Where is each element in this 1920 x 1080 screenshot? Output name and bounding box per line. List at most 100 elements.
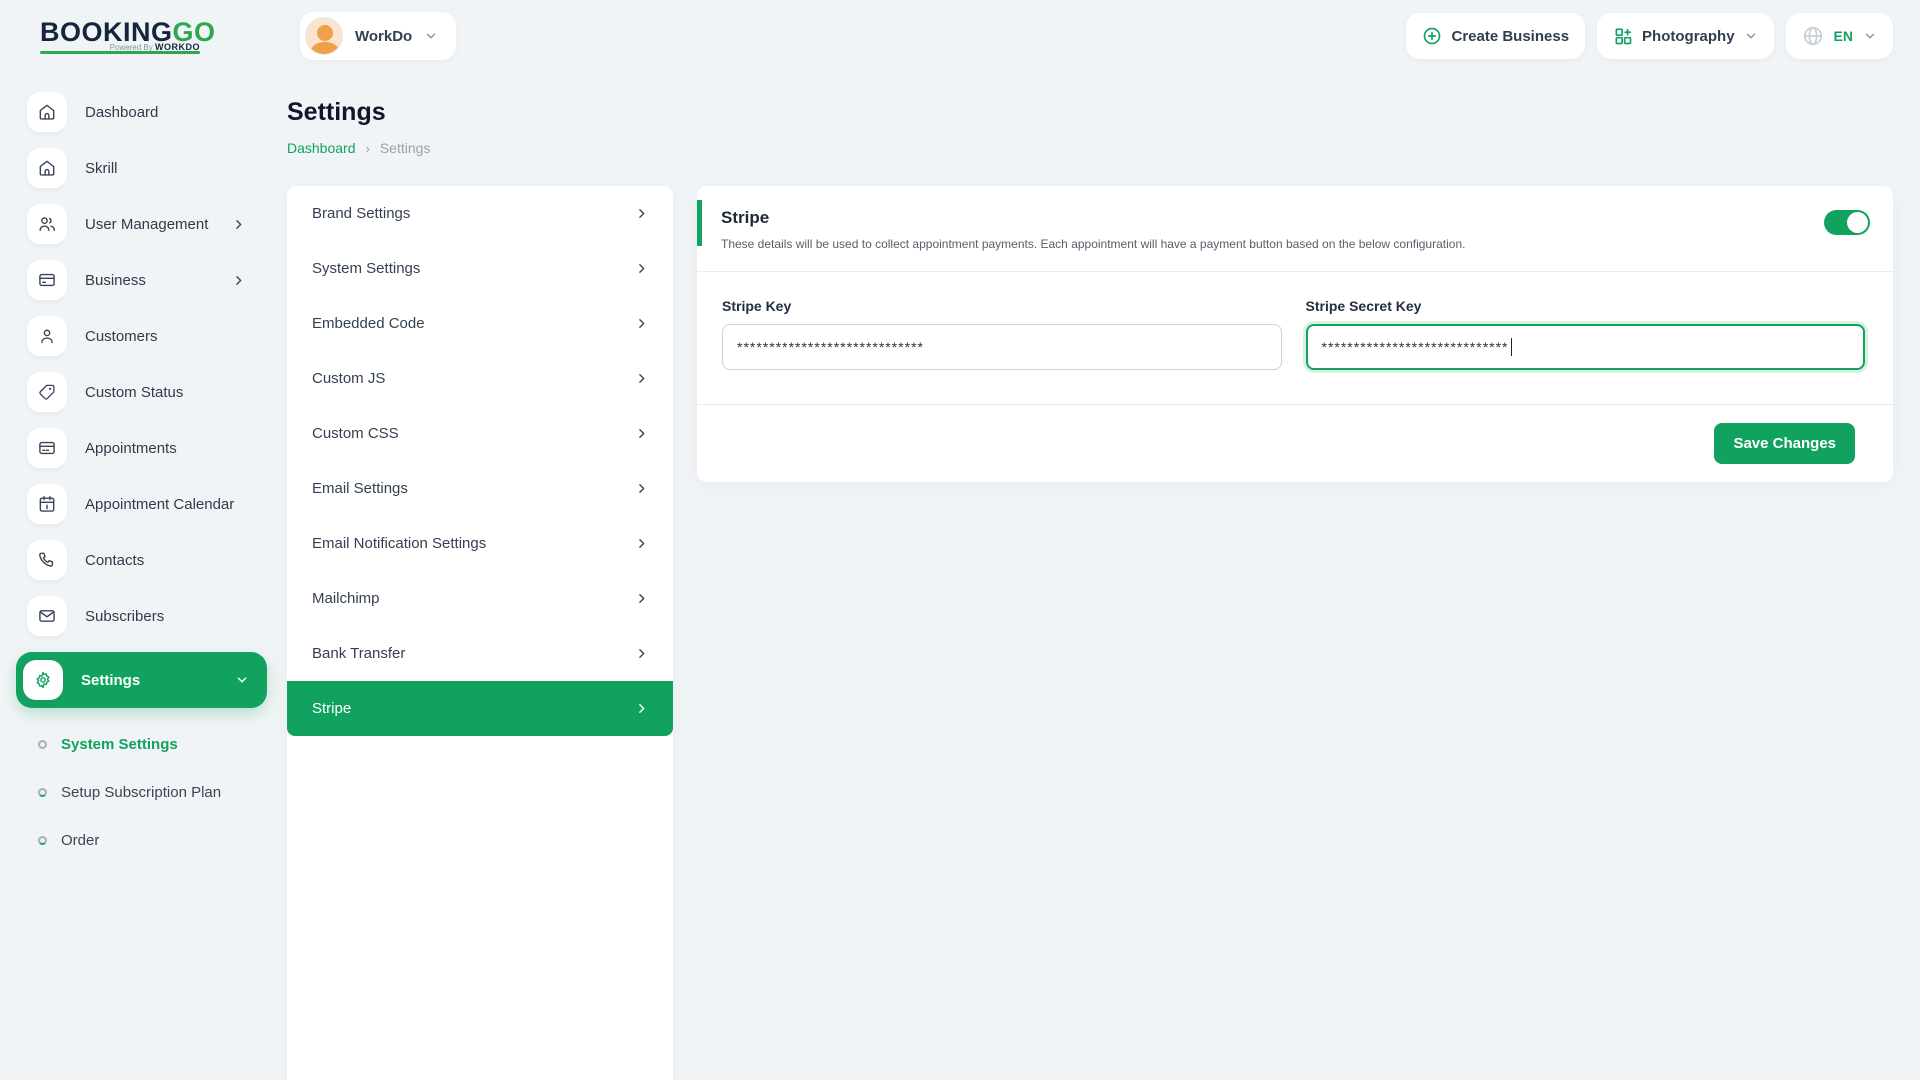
settings-menu-custom-css[interactable]: Custom CSS xyxy=(287,406,673,461)
chevron-right-icon xyxy=(635,427,648,440)
credit-card-icon xyxy=(27,260,67,300)
business-selector-label: Photography xyxy=(1642,28,1735,45)
sidebar-item-user-management[interactable]: User Management xyxy=(16,204,271,244)
menu-item-label: Brand Settings xyxy=(312,205,410,222)
chevron-right-icon xyxy=(232,218,245,231)
menu-item-label: Custom JS xyxy=(312,370,385,387)
chevron-down-icon xyxy=(235,673,249,687)
stripe-panel: Stripe These details will be used to col… xyxy=(697,186,1893,482)
create-business-label: Create Business xyxy=(1451,28,1569,45)
settings-menu-email-notification-settings[interactable]: Email Notification Settings xyxy=(287,516,673,571)
home-icon xyxy=(27,148,67,188)
workspace-avatar xyxy=(305,17,343,55)
stripe-toggle[interactable] xyxy=(1824,210,1870,235)
chevron-right-icon xyxy=(635,592,648,605)
stripe-panel-title: Stripe xyxy=(721,208,1869,228)
settings-menu-custom-js[interactable]: Custom JS xyxy=(287,351,673,406)
stripe-key-input[interactable]: ***************************** xyxy=(722,324,1282,370)
grid-plus-icon xyxy=(1613,26,1633,46)
settings-menu-email-settings[interactable]: Email Settings xyxy=(287,461,673,516)
sidebar-item-label: Settings xyxy=(81,672,140,689)
sidebar-nav: Dashboard Skrill User Management Busines… xyxy=(0,72,287,1080)
chevron-right-icon xyxy=(635,482,648,495)
top-header: BOOKINGGO Powered By WORKDO WorkDo Creat… xyxy=(0,0,1920,72)
stripe-key-label: Stripe Key xyxy=(722,298,1282,314)
settings-menu-mailchimp[interactable]: Mailchimp xyxy=(287,571,673,626)
sidebar-item-label: Skrill xyxy=(85,160,118,177)
breadcrumb: Dashboard › Settings xyxy=(287,140,1920,156)
menu-item-label: Bank Transfer xyxy=(312,645,405,662)
sidebar-item-subscribers[interactable]: Subscribers xyxy=(16,596,271,636)
stripe-secret-key-input[interactable]: ***************************** xyxy=(1306,324,1866,370)
menu-item-label: Mailchimp xyxy=(312,590,380,607)
sidebar-item-label: Appointment Calendar xyxy=(85,496,234,513)
settings-menu-bank-transfer[interactable]: Bank Transfer xyxy=(287,626,673,681)
accent-bar xyxy=(697,200,702,246)
sidebar-item-label: Subscribers xyxy=(85,608,164,625)
create-business-button[interactable]: Create Business xyxy=(1406,13,1585,59)
plus-circle-icon xyxy=(1422,26,1442,46)
language-code: EN xyxy=(1834,28,1853,44)
settings-menu-brand-settings[interactable]: Brand Settings xyxy=(287,186,673,241)
stripe-secret-key-value: ***************************** xyxy=(1322,339,1509,355)
sidebar-subitem-order[interactable]: Order xyxy=(16,816,271,864)
main-content: Settings Dashboard › Settings Brand Sett… xyxy=(287,72,1920,1080)
sidebar-item-label: Contacts xyxy=(85,552,144,569)
sidebar-item-appointment-calendar[interactable]: Appointment Calendar xyxy=(16,484,271,524)
page-title: Settings xyxy=(287,98,1920,127)
sidebar-item-skrill[interactable]: Skrill xyxy=(16,148,271,188)
language-dropdown[interactable]: EN xyxy=(1786,13,1893,59)
settings-menu-system-settings[interactable]: System Settings xyxy=(287,241,673,296)
stripe-key-value: ***************************** xyxy=(737,339,924,355)
chevron-right-icon xyxy=(635,647,648,660)
sidebar-item-appointments[interactable]: Appointments xyxy=(16,428,271,468)
stripe-panel-body: Stripe Key *****************************… xyxy=(697,272,1893,404)
menu-item-label: Email Notification Settings xyxy=(312,535,486,552)
text-caret xyxy=(1511,338,1513,356)
chevron-down-icon xyxy=(1744,29,1758,43)
chevron-right-icon xyxy=(635,702,648,715)
workspace-name: WorkDo xyxy=(355,28,412,45)
bullet-icon xyxy=(38,740,47,749)
sidebar-item-custom-status[interactable]: Custom Status xyxy=(16,372,271,412)
sidebar-subitem-setup-subscription-plan[interactable]: Setup Subscription Plan xyxy=(16,768,271,816)
menu-item-label: Stripe xyxy=(312,700,351,717)
sidebar-item-label: User Management xyxy=(85,216,208,233)
breadcrumb-separator: › xyxy=(366,141,370,156)
menu-item-label: Custom CSS xyxy=(312,425,399,442)
home-icon xyxy=(27,92,67,132)
logo-underline: Powered By WORKDO xyxy=(40,51,200,54)
stripe-panel-header: Stripe These details will be used to col… xyxy=(697,186,1893,272)
chevron-right-icon xyxy=(635,262,648,275)
sidebar-item-label: Appointments xyxy=(85,440,177,457)
sidebar-item-customers[interactable]: Customers xyxy=(16,316,271,356)
stripe-secret-key-field-group: Stripe Secret Key **********************… xyxy=(1306,298,1866,370)
menu-item-label: Embedded Code xyxy=(312,315,425,332)
sidebar-item-settings[interactable]: Settings xyxy=(16,652,267,708)
settings-menu-embedded-code[interactable]: Embedded Code xyxy=(287,296,673,351)
breadcrumb-dashboard-link[interactable]: Dashboard xyxy=(287,140,356,156)
stripe-secret-key-label: Stripe Secret Key xyxy=(1306,298,1866,314)
logo-powered-by: Powered By WORKDO xyxy=(110,42,200,52)
credit-card-icon xyxy=(27,428,67,468)
stripe-panel-footer: Save Changes xyxy=(697,404,1893,482)
app-logo[interactable]: BOOKINGGO Powered By WORKDO xyxy=(40,19,200,54)
workspace-dropdown[interactable]: WorkDo xyxy=(300,12,456,60)
sidebar-item-label: Dashboard xyxy=(85,104,158,121)
chevron-right-icon xyxy=(635,372,648,385)
sidebar-subitem-label: Setup Subscription Plan xyxy=(61,784,221,801)
save-changes-button[interactable]: Save Changes xyxy=(1714,423,1855,464)
sidebar-item-label: Business xyxy=(85,272,146,289)
gear-icon xyxy=(23,660,63,700)
sidebar-item-business[interactable]: Business xyxy=(16,260,271,300)
settings-menu-stripe[interactable]: Stripe xyxy=(287,681,673,736)
sidebar-item-contacts[interactable]: Contacts xyxy=(16,540,271,580)
sidebar-subitem-system-settings[interactable]: System Settings xyxy=(16,720,271,768)
menu-item-label: Email Settings xyxy=(312,480,408,497)
bullet-icon xyxy=(38,836,47,845)
bullet-icon xyxy=(38,788,47,797)
sidebar-item-dashboard[interactable]: Dashboard xyxy=(16,92,271,132)
chevron-down-icon xyxy=(1863,29,1877,43)
business-selector-dropdown[interactable]: Photography xyxy=(1597,13,1774,59)
chevron-right-icon xyxy=(232,274,245,287)
